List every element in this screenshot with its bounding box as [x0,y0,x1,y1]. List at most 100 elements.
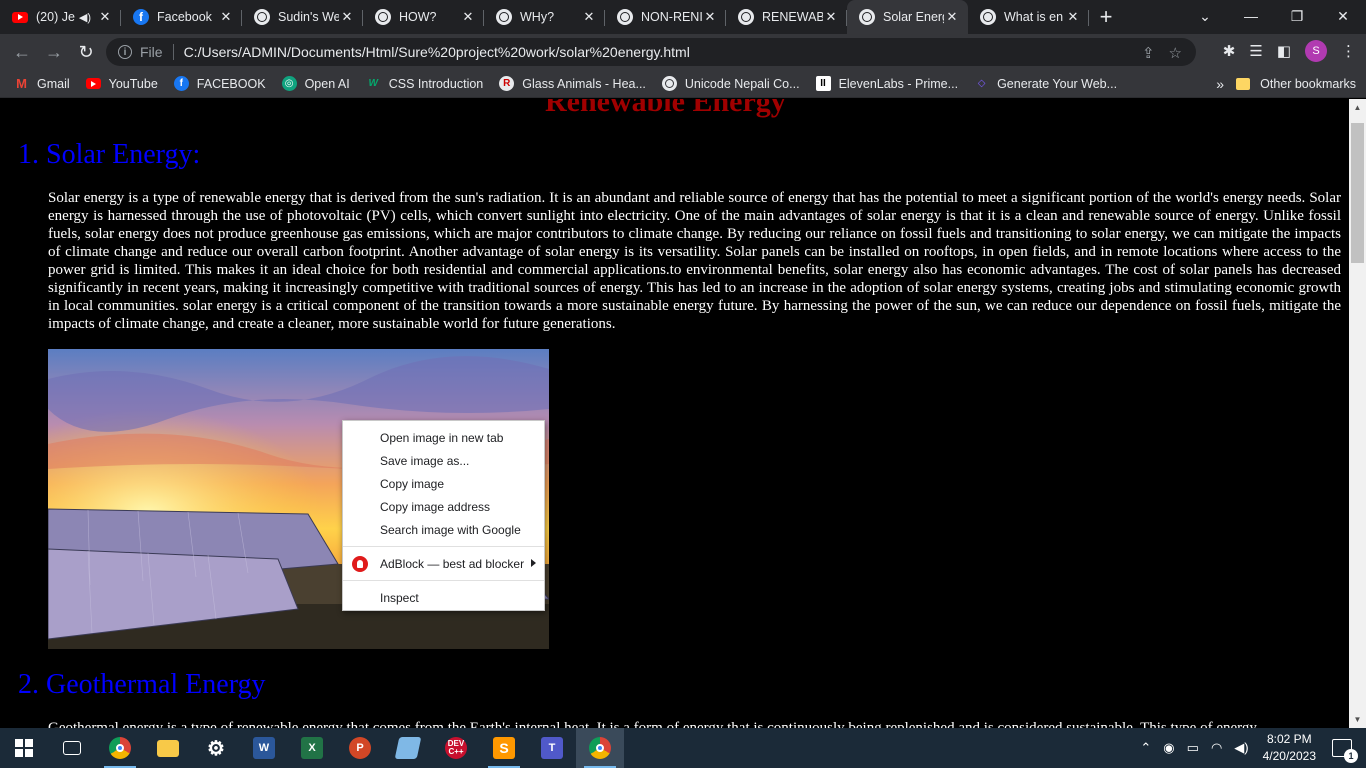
wifi-icon[interactable]: ◠ [1211,740,1222,756]
copy-image-item[interactable]: Copy image [343,472,544,495]
bookmark-elevenlabs[interactable]: II ElevenLabs - Prime... [815,76,959,91]
adblock-submenu-item[interactable]: AdBlock — best ad blocker [343,552,544,575]
close-tab-icon[interactable]: ✕ [339,9,355,25]
tab-facebook[interactable]: f Facebook ✕ [121,0,242,34]
open-image-new-tab-item[interactable]: Open image in new tab [343,426,544,449]
bookmark-label: ElevenLabs - Prime... [838,76,959,91]
tab-title: HOW? [399,10,437,24]
taskbar-teams[interactable]: T [528,728,576,768]
notifications-icon[interactable]: 1 [1332,739,1358,763]
close-tab-icon[interactable]: ✕ [581,9,597,25]
side-panel-icon[interactable]: ◧ [1277,42,1291,60]
tab-what-is-energy[interactable]: What is en ✕ [968,0,1089,34]
bookmark-openai[interactable]: ◎ Open AI [281,76,350,91]
close-tab-icon[interactable]: ✕ [702,9,718,25]
battery-icon[interactable]: ▭ [1187,740,1199,756]
globe-icon [496,9,512,25]
volume-icon[interactable]: ◀) [1234,740,1248,756]
tab-title: RENEWABI [762,10,823,24]
tab-title: NON-RENI [641,10,702,24]
close-tab-icon[interactable]: ✕ [218,9,234,25]
bookmark-star-icon[interactable]: ☆ [1169,44,1182,62]
adblock-label: AdBlock — best ad blocker [380,556,525,571]
meet-now-icon[interactable]: ◉ [1163,740,1174,756]
taskbar-notepad[interactable] [384,728,432,768]
tab-renewable[interactable]: RENEWABI ✕ [726,0,847,34]
bookmark-unicode-nepali[interactable]: Unicode Nepali Co... [661,76,800,91]
elevenlabs-icon: II [815,76,831,91]
tab-why[interactable]: WHy? ✕ [484,0,605,34]
bookmark-css-introduction[interactable]: W CSS Introduction [366,76,484,91]
browser-toolbar: ← → ↻ i File C:/Users/ADMIN/Documents/Ht… [0,34,1366,70]
taskbar-chrome-profile[interactable] [576,728,624,768]
taskbar-chrome[interactable] [96,728,144,768]
url-text[interactable]: C:/Users/ADMIN/Documents/Html/Sure%20pro… [184,44,690,60]
bookmark-label: Glass Animals - Hea... [522,76,646,91]
search-image-google-item[interactable]: Search image with Google [343,518,544,541]
bookmark-youtube[interactable]: YouTube [85,76,158,91]
vertical-scrollbar[interactable]: ▲ ▼ [1349,99,1366,728]
bookmark-generate-website[interactable]: ◇ Generate Your Web... [974,76,1117,91]
close-tab-icon[interactable]: ✕ [1065,9,1081,25]
bookmark-glass-animals[interactable]: R Glass Animals - Hea... [499,76,646,91]
clock[interactable]: 8:02 PM 4/20/2023 [1263,731,1316,765]
facebook-icon: f [133,9,149,25]
bookmark-label: Open AI [304,76,350,91]
profile-avatar[interactable]: S [1305,40,1327,62]
menu-icon[interactable]: ⋮ [1341,42,1356,60]
close-tab-icon[interactable]: ✕ [823,9,839,25]
bookmark-label: YouTube [108,76,158,91]
scroll-down-arrow-icon[interactable]: ▼ [1349,711,1366,728]
forward-button[interactable]: → [38,36,70,68]
share-icon[interactable]: ⇪ [1142,44,1155,62]
tab-sudins-website[interactable]: Sudin's We ✕ [242,0,363,34]
bookmark-gmail[interactable]: M Gmail [14,76,70,91]
inspect-item[interactable]: Inspect [343,586,544,609]
tab-non-renewable[interactable]: NON-RENI ✕ [605,0,726,34]
extensions-icon[interactable]: ✱ [1223,42,1236,60]
taskbar-settings[interactable]: ⚙ [192,728,240,768]
bookmark-facebook[interactable]: f FACEBOOK [173,76,266,91]
show-hidden-icons-chevron-icon[interactable]: ⌃ [1140,740,1151,756]
tab-title: Facebook [157,10,212,24]
info-icon[interactable]: i [118,45,132,59]
start-button[interactable] [0,728,48,768]
globe-icon [661,76,677,91]
notepad-icon [394,737,422,759]
new-tab-button[interactable]: + [1089,0,1123,34]
back-button[interactable]: ← [6,36,38,68]
menu-divider [343,546,544,547]
close-window-button[interactable]: ✕ [1320,0,1366,32]
globe-icon [375,9,391,25]
close-tab-icon[interactable]: ✕ [944,9,960,25]
close-tab-icon[interactable]: ✕ [460,9,476,25]
minimize-button[interactable]: — [1228,0,1274,32]
restore-button[interactable]: ❐ [1274,0,1320,32]
taskbar-dev-cpp[interactable]: DEV C++ [432,728,480,768]
other-bookmarks[interactable]: Other bookmarks [1236,77,1356,91]
speaker-icon[interactable]: ◀) [79,11,91,24]
tab-how[interactable]: HOW? ✕ [363,0,484,34]
reading-list-icon[interactable]: ☰ [1249,42,1262,60]
task-view-button[interactable] [48,728,96,768]
save-image-as-item[interactable]: Save image as... [343,449,544,472]
taskbar-file-explorer[interactable] [144,728,192,768]
tab-youtube[interactable]: (20) Je ◀) ✕ [0,0,121,34]
scrollbar-thumb[interactable] [1351,123,1364,263]
w3schools-icon: W [368,78,378,89]
bookmark-label: FACEBOOK [196,76,266,91]
taskbar-word[interactable]: W [240,728,288,768]
copy-image-address-item[interactable]: Copy image address [343,495,544,518]
tab-search-icon[interactable]: ⌄ [1182,0,1228,32]
address-bar[interactable]: i File C:/Users/ADMIN/Documents/Html/Sur… [106,38,1196,66]
reload-button[interactable]: ↻ [70,36,102,68]
tab-solar-energy[interactable]: Solar Energ ✕ [847,0,968,34]
taskbar-powerpoint[interactable]: P [336,728,384,768]
globe-icon [859,9,875,25]
taskbar-excel[interactable]: X [288,728,336,768]
scroll-up-arrow-icon[interactable]: ▲ [1349,99,1366,116]
close-tab-icon[interactable]: ✕ [97,9,113,25]
taskbar-sublime-text[interactable]: S [480,728,528,768]
teams-icon: T [541,737,563,759]
more-bookmarks-chevron-icon[interactable]: » [1216,76,1224,92]
